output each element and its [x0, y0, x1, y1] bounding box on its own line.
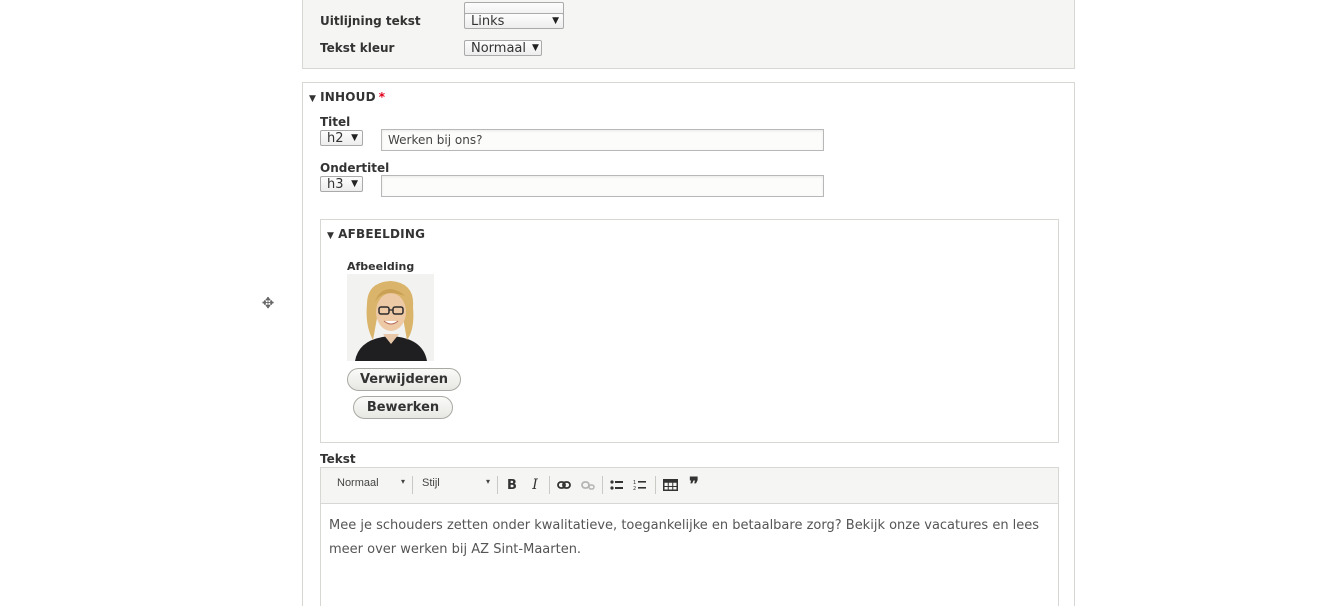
style-combo[interactable]: Stijl ▾ — [422, 477, 490, 493]
edit-image-button[interactable]: Bewerken — [353, 396, 453, 419]
remove-image-button[interactable]: Verwijderen — [347, 368, 461, 391]
drag-handle-icon[interactable]: ✥ — [259, 294, 277, 312]
text-color-label: Tekst kleur — [320, 41, 395, 55]
subtitle-input[interactable] — [381, 175, 824, 197]
inhoud-legend[interactable]: ▼ INHOUD * — [309, 90, 385, 104]
alignment-row: Uitlijning tekst Links ▼ — [320, 12, 564, 30]
required-marker: * — [378, 90, 386, 104]
toolbar-separator — [602, 476, 603, 494]
format-combo[interactable]: Normaal ▾ — [337, 477, 405, 493]
toolbar-separator — [497, 476, 498, 494]
numbered-list-icon[interactable]: 12 — [631, 476, 649, 494]
title-heading-select[interactable]: h2 ▼ — [320, 130, 363, 146]
alignment-select[interactable]: Links ▼ — [464, 13, 564, 29]
table-icon[interactable] — [661, 476, 679, 494]
tekst-label: Tekst — [320, 452, 356, 466]
inhoud-fieldset: ▼INHOUD* Titel h2 ▼ Ondertitel h3 ▼ ▼AFB… — [302, 82, 1075, 606]
chevron-down-icon: ▼ — [532, 43, 539, 53]
rich-text-editor: Normaal ▾ Stijl ▾ B I 1 2 ❞ Mee je schou… — [320, 467, 1059, 606]
alignment-select-value: Links — [471, 13, 505, 29]
svg-text:2: 2 — [633, 486, 636, 491]
title-input[interactable] — [381, 129, 824, 151]
unlink-icon[interactable] — [579, 476, 597, 494]
page: ✥ Uitlijning tekst Links ▼ Tekst kleur N… — [0, 0, 1336, 606]
afbeelding-legend[interactable]: ▼ AFBEELDING — [327, 227, 425, 241]
subtitle-heading-value: h3 — [327, 176, 344, 192]
title-label: Titel — [320, 115, 351, 129]
blockquote-icon[interactable]: ❞ — [685, 474, 703, 495]
editor-toolbar: Normaal ▾ Stijl ▾ B I 1 2 ❞ — [321, 468, 1058, 504]
toolbar-separator — [549, 476, 550, 494]
portrait-photo — [347, 274, 434, 361]
toolbar-separator — [655, 476, 656, 494]
display-settings-panel: Uitlijning tekst Links ▼ Tekst kleur Nor… — [302, 0, 1075, 69]
editor-content[interactable]: Mee je schouders zetten onder kwalitatie… — [329, 514, 1053, 562]
image-thumbnail — [347, 274, 434, 361]
bulleted-list-icon[interactable] — [608, 476, 626, 494]
subtitle-label: Ondertitel — [320, 161, 390, 175]
afbeelding-fieldset: ▼ AFBEELDING Afbeelding Verwijderen Bewe… — [320, 219, 1059, 443]
text-color-select[interactable]: Normaal ▼ — [464, 40, 542, 56]
afbeelding-field-label: Afbeelding — [347, 260, 415, 273]
title-heading-value: h2 — [327, 130, 344, 146]
text-color-row: Tekst kleur Normaal ▼ — [320, 39, 542, 57]
link-icon[interactable] — [555, 476, 573, 494]
chevron-down-icon: ▼ — [351, 133, 358, 143]
collapse-triangle-icon: ▼ — [327, 231, 335, 241]
caret-down-icon: ▾ — [485, 477, 490, 486]
format-combo-value: Normaal — [337, 477, 379, 489]
caret-down-icon: ▾ — [400, 477, 405, 486]
collapse-triangle-icon: ▼ — [309, 94, 317, 104]
italic-icon[interactable]: I — [526, 476, 544, 494]
afbeelding-legend-text: AFBEELDING — [338, 227, 426, 241]
bold-icon[interactable]: B — [503, 476, 521, 494]
alignment-label: Uitlijning tekst — [320, 14, 421, 28]
style-combo-value: Stijl — [422, 477, 440, 489]
text-color-select-value: Normaal — [471, 40, 527, 56]
subtitle-heading-select[interactable]: h3 ▼ — [320, 176, 363, 192]
inhoud-legend-text: INHOUD — [320, 90, 376, 104]
chevron-down-icon: ▼ — [552, 16, 559, 26]
chevron-down-icon: ▼ — [351, 179, 358, 189]
toolbar-separator — [412, 476, 413, 494]
